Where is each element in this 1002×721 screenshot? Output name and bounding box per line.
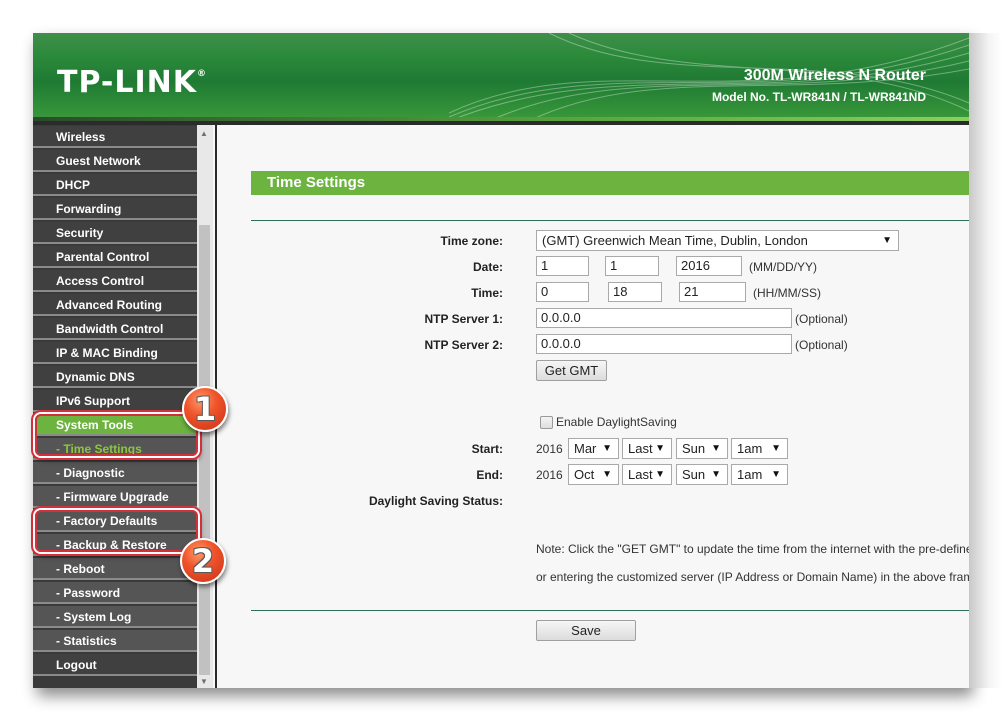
get-gmt-button[interactable]: Get GMT [536,360,607,381]
date-day-input[interactable] [605,256,659,276]
dst-end-day-value: Sun [682,467,706,482]
dropdown-arrow-icon: ▼ [655,469,665,480]
sidebar-item-firmware-upgrade[interactable]: - Firmware Upgrade [33,486,197,508]
ntp-server-1-input[interactable] [536,308,792,328]
dst-end-hour-value: 1am [737,467,763,482]
sidebar-item-system-log[interactable]: - System Log [33,606,197,628]
divider-bottom [251,610,969,611]
dst-end-hour-select[interactable]: 1am ▼ [731,464,788,485]
dst-start-day-value: Sun [682,441,706,456]
dst-start-year: 2016 [536,442,563,456]
ntp-server-2-optional: (Optional) [795,338,848,352]
time-format-hint: (HH/MM/SS) [753,286,821,300]
step-badge-2: 2 [180,538,226,584]
dst-start-month-value: Mar [574,441,597,456]
dropdown-arrow-icon: ▼ [711,469,721,480]
dst-start-week-select[interactable]: Last ▼ [622,438,672,459]
dst-end-month-value: Oct [574,467,595,482]
logo-text: TP-LINK [57,65,198,100]
scrollbar-thumb[interactable] [199,225,210,675]
dst-start-day-select[interactable]: Sun ▼ [676,438,728,459]
registered-mark: ® [197,69,208,79]
model-number: Model No. TL-WR841N / TL-WR841ND [711,90,926,104]
dst-start-week-value: Last [628,441,653,456]
sidebar-item-bandwidth-control[interactable]: Bandwidth Control [33,318,197,340]
dst-end-week-value: Last [628,467,653,482]
scroll-down-arrow-icon[interactable]: ▼ [200,677,208,686]
header-banner: TP-LINK® 300M Wireless N Router Model No… [33,33,969,121]
sidebar-item-diagnostic[interactable]: - Diagnostic [33,462,197,484]
time-minute-input[interactable] [608,282,662,302]
sidebar-item-security[interactable]: Security [33,222,197,244]
router-admin-window: TP-LINK® 300M Wireless N Router Model No… [33,33,969,688]
timezone-select[interactable]: (GMT) Greenwich Mean Time, Dublin, Londo… [536,230,899,251]
date-format-hint: (MM/DD/YY) [749,260,817,274]
sidebar-item-access-control[interactable]: Access Control [33,270,197,292]
dropdown-arrow-icon: ▼ [711,443,721,454]
highlight-system-tools [35,414,198,456]
ntp-server-1-label: NTP Server 1: [424,312,504,326]
divider-top [251,220,969,221]
sidebar-item-statistics[interactable]: - Statistics [33,630,197,652]
dst-start-hour-value: 1am [737,441,763,456]
sidebar-menu: Wireless Guest Network DHCP Forwarding Secur… [33,125,197,688]
time-second-input[interactable] [679,282,746,302]
dst-end-year: 2016 [536,468,563,482]
dst-start-label: Start: [471,442,503,456]
note-line-2: or entering the customized server (IP Ad… [536,570,969,584]
dst-status-label: Daylight Saving Status: [368,494,503,508]
sidebar-item-dynamic-dns[interactable]: Dynamic DNS [33,366,197,388]
dst-end-day-select[interactable]: Sun ▼ [676,464,728,485]
dropdown-arrow-icon: ▼ [882,235,892,246]
save-button[interactable]: Save [536,620,636,641]
sidebar-item-ip-mac-binding[interactable]: IP & MAC Binding [33,342,197,364]
dropdown-arrow-icon: ▼ [771,443,781,454]
daylight-saving-label: Enable DaylightSaving [556,415,677,429]
dst-start-hour-select[interactable]: 1am ▼ [731,438,788,459]
dst-end-week-select[interactable]: Last ▼ [622,464,672,485]
sidebar-item-password[interactable]: - Password [33,582,197,604]
ntp-server-2-label: NTP Server 2: [424,338,504,352]
time-label: Time: [471,286,503,300]
date-label: Date: [472,260,503,274]
dropdown-arrow-icon: ▼ [602,469,612,480]
window-edge-shadow [969,33,1002,688]
scroll-up-arrow-icon[interactable]: ▲ [200,129,208,138]
sidebar-item-advanced-routing[interactable]: Advanced Routing [33,294,197,316]
sidebar-item-reboot[interactable]: - Reboot [33,558,197,580]
tp-link-logo: TP-LINK® [57,65,207,100]
timezone-label: Time zone: [440,234,503,248]
sidebar-item-wireless[interactable]: Wireless [33,126,197,148]
time-hour-input[interactable] [536,282,589,302]
sidebar-item-guest-network[interactable]: Guest Network [33,150,197,172]
step-badge-1: 1 [182,386,228,432]
timezone-value: (GMT) Greenwich Mean Time, Dublin, Londo… [542,233,808,248]
note-line-1: Note: Click the "GET GMT" to update the … [536,542,969,556]
ntp-server-2-input[interactable] [536,334,792,354]
sidebar-item-forwarding[interactable]: Forwarding [33,198,197,220]
dst-end-label: End: [476,468,503,482]
dropdown-arrow-icon: ▼ [771,469,781,480]
sidebar-item-dhcp[interactable]: DHCP [33,174,197,196]
sidebar-item-logout[interactable]: Logout [33,654,197,676]
dropdown-arrow-icon: ▼ [655,443,665,454]
dst-end-month-select[interactable]: Oct ▼ [568,464,619,485]
daylight-saving-checkbox[interactable] [540,416,553,429]
page-title: Time Settings [251,171,969,195]
sidebar-item-parental-control[interactable]: Parental Control [33,246,197,268]
product-name: 300M Wireless N Router [743,67,926,84]
sidebar-item-ipv6-support[interactable]: IPv6 Support [33,390,197,412]
dropdown-arrow-icon: ▼ [602,443,612,454]
date-year-input[interactable] [676,256,742,276]
dst-start-month-select[interactable]: Mar ▼ [568,438,619,459]
main-content: Time Settings Time zone: (GMT) Greenwich… [217,125,969,688]
ntp-server-1-optional: (Optional) [795,312,848,326]
highlight-factory-defaults [35,510,198,552]
date-month-input[interactable] [536,256,589,276]
